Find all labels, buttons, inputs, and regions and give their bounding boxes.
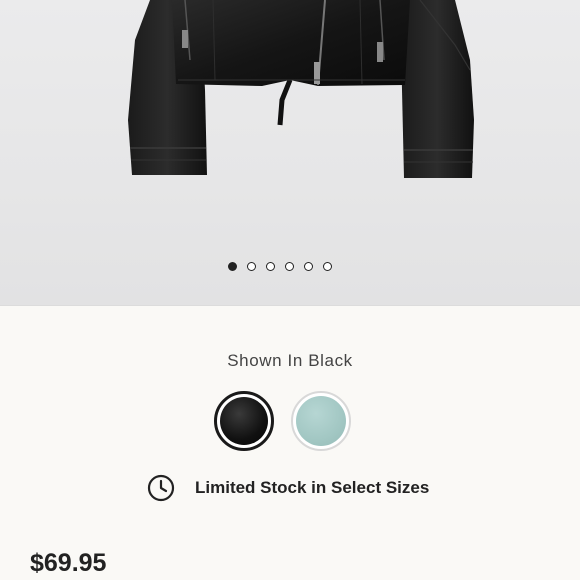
stock-message: Limited Stock in Select Sizes <box>195 478 430 497</box>
carousel-dot-3[interactable] <box>266 262 275 271</box>
color-label: Shown In Black <box>227 351 353 370</box>
product-image[interactable] <box>0 0 580 305</box>
carousel-dot-6[interactable] <box>323 262 332 271</box>
clock-icon <box>147 474 175 502</box>
stock-status: Limited Stock in Select Sizes <box>147 474 429 502</box>
carousel-dot-1[interactable] <box>228 262 237 271</box>
carousel-dot-5[interactable] <box>304 262 313 271</box>
swatch-mint-fill <box>296 396 346 446</box>
price: $69.95 <box>30 549 107 577</box>
carousel-dot-2[interactable] <box>247 262 256 271</box>
carousel-indicator <box>228 262 332 271</box>
jacket-image <box>128 0 474 178</box>
swatch-black-fill <box>220 397 268 445</box>
carousel-dot-4[interactable] <box>285 262 294 271</box>
product-page: Shown In Black Limited Stock in Select S… <box>0 0 580 580</box>
swatch-mint[interactable] <box>291 391 351 451</box>
swatch-black[interactable] <box>214 391 274 451</box>
divider <box>0 305 580 306</box>
